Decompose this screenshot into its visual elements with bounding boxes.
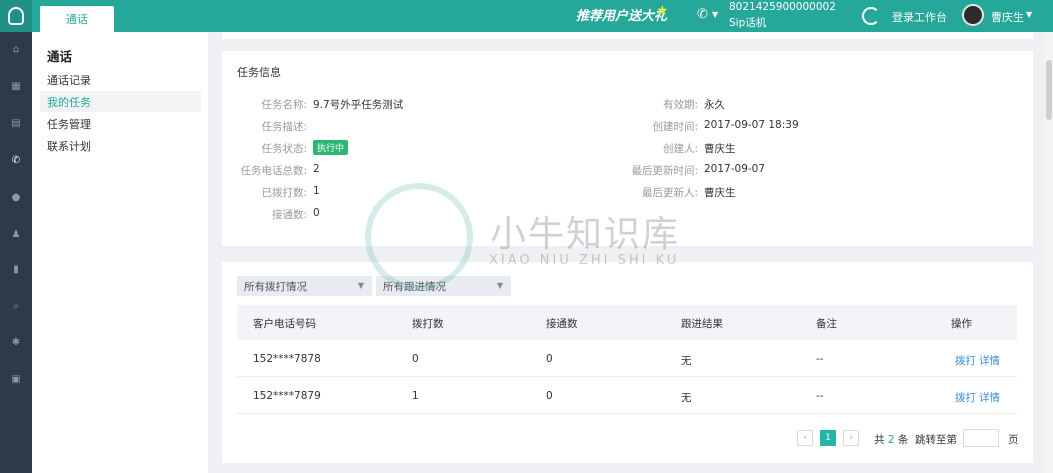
dial-link[interactable]: 拨打 [955, 390, 976, 405]
note-cell: -- [816, 353, 824, 365]
note-cell: -- [816, 390, 824, 402]
task-desc-label: 任务描述: [261, 121, 307, 133]
followup-status-select[interactable]: 所有跟进情况 ▼ [376, 276, 511, 296]
search-icon[interactable]: ⌕ [0, 295, 32, 317]
page-1-button[interactable]: 1 [820, 430, 836, 446]
users-icon[interactable]: ♟ [0, 223, 32, 245]
secondary-sidebar: 通话 通话记录 我的任务 任务管理 联系计划 [32, 32, 208, 473]
jump-label: 跳转至第 [915, 434, 957, 446]
user-icon[interactable]: ● [0, 186, 32, 208]
grid-icon[interactable]: ▦ [0, 75, 32, 97]
tab-calls[interactable]: 通话 [40, 6, 114, 32]
validity-value: 永久 [704, 99, 725, 111]
task-status-label: 任务状态: [261, 143, 307, 155]
sidebar-title: 通话 [47, 49, 73, 64]
created-time-value: 2017-09-07 18:39 [704, 119, 799, 131]
dial-status-select[interactable]: 所有拨打情况 ▼ [237, 276, 372, 296]
table-header: 客户电话号码 拨打数 接通数 跟进结果 备注 操作 [237, 305, 1017, 340]
star-icon: ★ [656, 3, 669, 19]
top-bar: 通话 推荐用户送大礼 ★ ✆ ▼ 8021425900000002 Sip话机 … [0, 0, 1053, 32]
login-workbench-link[interactable]: 登录工作台 [892, 9, 947, 25]
scrollbar-thumb[interactable] [1046, 60, 1052, 120]
dialed-label: 已拨打数: [261, 187, 307, 199]
app-logo[interactable] [0, 0, 32, 32]
box-icon[interactable]: ▣ [0, 368, 32, 390]
column-header: 操作 [951, 318, 972, 330]
gear-icon[interactable]: ✱ [0, 331, 32, 353]
phone-cell: 152****7879 [253, 390, 321, 402]
connected-value: 0 [313, 207, 320, 219]
updated-time-label: 最后更新时间: [631, 165, 698, 177]
total-calls-value: 2 [313, 163, 320, 175]
phone-icon[interactable]: ✆ [0, 149, 32, 171]
tooth-logo-icon [8, 7, 24, 25]
chevron-down-icon: ▼ [357, 281, 364, 290]
detail-link[interactable]: 详情 [979, 390, 1000, 405]
result-cell: 无 [681, 392, 692, 404]
result-cell: 无 [681, 355, 692, 367]
book-icon[interactable]: ▤ [0, 112, 32, 134]
home-icon[interactable]: ⌂ [0, 38, 32, 60]
total-prefix: 共 [874, 434, 885, 446]
chevron-down-icon: ▼ [496, 281, 503, 290]
column-header: 拨打数 [412, 318, 444, 330]
top-panel-strip [222, 32, 1033, 39]
table-row: 152****7878 0 0 无 -- 拨打 详情 [237, 341, 1017, 377]
updated-time-value: 2017-09-07 [704, 163, 766, 175]
column-header: 跟进结果 [681, 318, 723, 330]
icon-rail: ⌂ ▦ ▤ ✆ ● ♟ ▮ ⌕ ✱ ▣ [0, 32, 32, 473]
sidebar-item-task-management[interactable]: 任务管理 [40, 113, 201, 134]
sidebar-item-contact-plan[interactable]: 联系计划 [40, 135, 201, 156]
sidebar-item-my-tasks[interactable]: 我的任务 [40, 91, 201, 112]
total-count-value: 2 [887, 434, 895, 446]
sip-number: 8021425900000002 [729, 1, 836, 13]
connected-cell: 0 [546, 390, 553, 402]
next-page-button[interactable]: › [843, 430, 859, 446]
connected-cell: 0 [546, 353, 553, 365]
total-calls-label: 任务电话总数: [240, 165, 307, 177]
chevron-down-icon[interactable]: ▼ [1026, 10, 1032, 19]
connected-label: 接通数: [271, 209, 307, 221]
column-header: 接通数 [546, 318, 578, 330]
refresh-icon[interactable] [862, 7, 880, 25]
section-title: 任务信息 [237, 66, 281, 79]
avatar[interactable] [962, 4, 984, 26]
total-suffix: 条 [897, 434, 909, 446]
column-header: 客户电话号码 [253, 318, 316, 330]
dial-status-select-label: 所有拨打情况 [244, 280, 307, 293]
phone-icon[interactable]: ✆ [697, 7, 708, 22]
table-row: 152****7879 1 0 无 -- 拨打 详情 [237, 378, 1017, 414]
task-info-panel: 任务信息 任务名称: 9.7号外乎任务测试 任务描述: 任务状态: 执行中 任务… [222, 51, 1033, 246]
sip-label: Sip话机 [729, 17, 767, 29]
task-name-value: 9.7号外乎任务测试 [313, 99, 404, 111]
user-name[interactable]: 曹庆生 [991, 9, 1024, 25]
dial-link[interactable]: 拨打 [955, 353, 976, 368]
sidebar-item-call-records[interactable]: 通话记录 [40, 69, 201, 90]
total-count: 共 2 条 [874, 432, 908, 447]
updater-value: 曹庆生 [704, 187, 736, 199]
updater-label: 最后更新人: [641, 187, 698, 199]
page-suffix: 页 [1008, 434, 1019, 446]
phone-cell: 152****7878 [253, 353, 321, 365]
created-time-label: 创建时间: [652, 121, 698, 133]
jump-page-input[interactable] [963, 429, 999, 447]
validity-label: 有效期: [662, 99, 698, 111]
dialed-cell: 0 [412, 353, 419, 365]
call-list-panel: 所有拨打情况 ▼ 所有跟进情况 ▼ 客户电话号码 拨打数 接通数 跟进结果 备注… [222, 262, 1033, 463]
creator-value: 曹庆生 [704, 143, 736, 155]
dialed-cell: 1 [412, 390, 419, 402]
promo-banner[interactable]: 推荐用户送大礼 [576, 5, 667, 24]
status-badge: 执行中 [313, 140, 349, 155]
detail-link[interactable]: 详情 [979, 353, 1000, 368]
chart-icon[interactable]: ▮ [0, 258, 32, 280]
column-header: 备注 [816, 318, 837, 330]
prev-page-button[interactable]: ‹ [797, 430, 813, 446]
chevron-down-icon[interactable]: ▼ [712, 10, 718, 19]
followup-status-select-label: 所有跟进情况 [383, 280, 446, 293]
creator-label: 创建人: [662, 143, 698, 155]
task-name-label: 任务名称: [261, 99, 307, 111]
dialed-value: 1 [313, 185, 320, 197]
